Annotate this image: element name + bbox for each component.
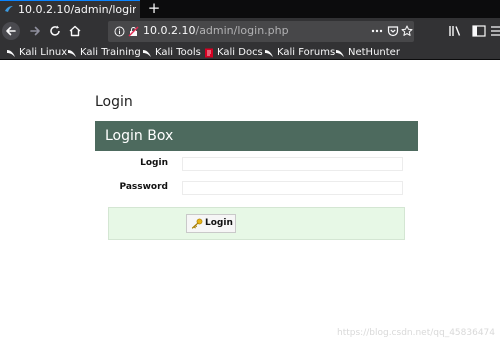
password-label: Password <box>119 182 168 192</box>
address-bar[interactable]: 10.0.2.10/admin/login.php <box>108 21 414 42</box>
kali-dragon-icon <box>143 50 151 57</box>
login-box-title: Login Box <box>95 121 418 151</box>
insecure-lock-icon[interactable] <box>128 26 139 37</box>
login-box: Login Box Login Password Login <box>95 121 418 240</box>
url-path: /admin/login.php <box>195 24 289 37</box>
navigation-toolbar: 10.0.2.10/admin/login.php <box>0 18 500 45</box>
tab-bar: 10.0.2.10/admin/login.php + <box>0 0 500 18</box>
kali-dragon-icon <box>7 50 15 57</box>
library-icon[interactable] <box>446 22 464 40</box>
hamburger-menu-icon[interactable] <box>490 22 500 40</box>
watermark-text: https://blog.csdn.net/qq_45836474 <box>337 328 496 338</box>
bookmark-label: NetHunter <box>348 47 400 58</box>
kali-dragon-icon <box>336 50 344 57</box>
kali-dragon-icon <box>68 50 76 57</box>
url-text[interactable]: 10.0.2.10/admin/login.php <box>143 24 289 38</box>
tab-login-page[interactable]: 10.0.2.10/admin/login.php <box>0 0 140 18</box>
login-button[interactable]: Login <box>186 214 236 233</box>
page-actions-icon[interactable] <box>370 24 384 38</box>
login-button-label: Login <box>205 218 233 228</box>
pocket-icon[interactable] <box>386 24 400 38</box>
new-tab-button[interactable]: + <box>147 0 161 18</box>
kali-docs-icon <box>205 48 213 58</box>
bookmark-label: Kali Tools <box>155 47 201 58</box>
sidebar-toggle-icon[interactable] <box>470 22 488 40</box>
back-arrow-icon[interactable] <box>2 22 20 40</box>
bookmark-label: Kali Training <box>80 47 141 58</box>
bookmark-label: Kali Linux <box>19 47 68 58</box>
info-icon[interactable] <box>114 26 125 37</box>
tab-title: 10.0.2.10/admin/login.php <box>18 3 136 16</box>
key-icon <box>191 218 203 229</box>
bookmarks-toolbar: Kali Linux Kali Training Kali Tools Kali… <box>0 45 500 60</box>
forward-arrow-icon[interactable] <box>26 22 44 40</box>
home-icon[interactable] <box>66 22 84 40</box>
login-input[interactable] <box>182 157 403 171</box>
form-actions-panel: Login <box>108 207 405 240</box>
kali-dragon-icon <box>265 50 273 57</box>
password-input[interactable] <box>182 181 403 195</box>
page-heading: Login <box>95 94 133 110</box>
bookmark-star-icon[interactable] <box>400 24 414 38</box>
login-label: Login <box>140 158 168 168</box>
kali-dragon-icon <box>5 6 13 12</box>
bookmark-label: Kali Docs <box>217 47 263 58</box>
reload-icon[interactable] <box>46 22 64 40</box>
bookmark-label: Kali Forums <box>277 47 336 58</box>
url-host: 10.0.2.10 <box>143 24 196 37</box>
